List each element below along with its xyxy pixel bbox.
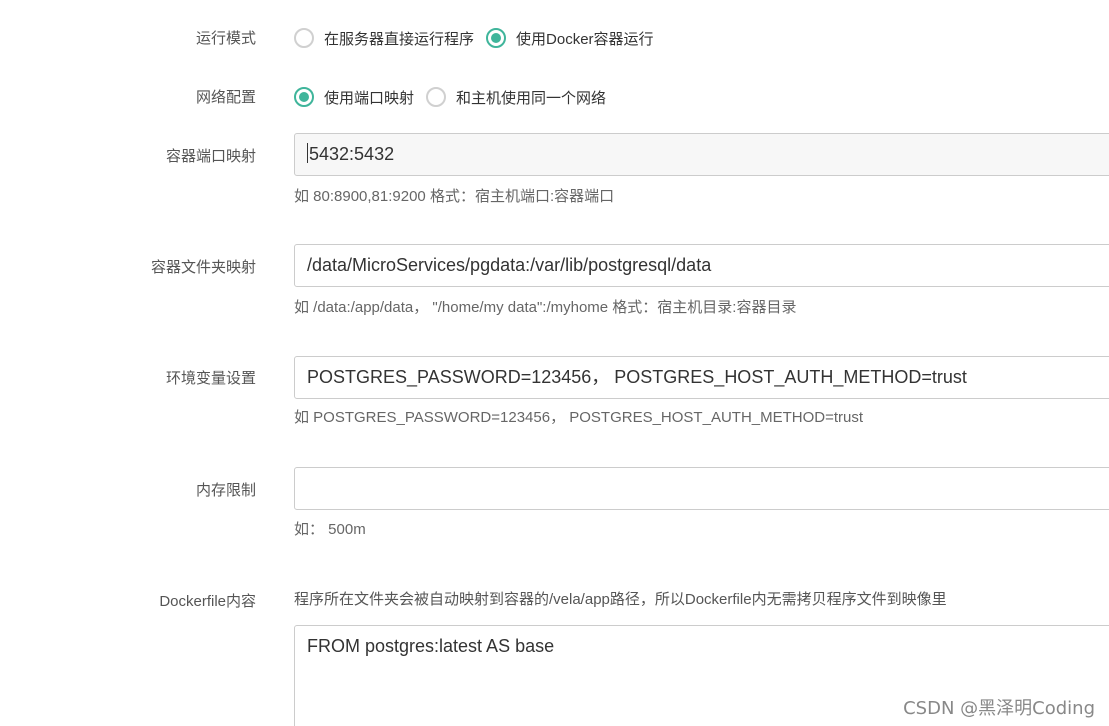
run-mode-option-direct[interactable]: 在服务器直接运行程序 (294, 28, 474, 49)
network-radio-group: 使用端口映射 和主机使用同一个网络 (294, 85, 616, 109)
memory-limit-hint: 如： 500m (294, 521, 366, 538)
run-mode-option-direct-label: 在服务器直接运行程序 (324, 30, 475, 48)
network-option-port-mapping-label: 使用端口映射 (324, 89, 415, 107)
port-mapping-label: 容器端口映射 (165, 148, 256, 165)
folder-mapping-input[interactable]: /data/MicroServices/pgdata:/var/lib/post… (294, 244, 1109, 287)
memory-limit-input[interactable] (294, 467, 1109, 510)
radio-checked-icon[interactable] (486, 28, 507, 48)
text-caret (307, 143, 308, 164)
env-vars-value: POSTGRES_PASSWORD=123456， POSTGRES_HOST_… (307, 367, 967, 387)
network-option-port-mapping[interactable]: 使用端口映射 (294, 87, 414, 108)
folder-mapping-value: /data/MicroServices/pgdata:/var/lib/post… (307, 255, 712, 275)
env-vars-label: 环境变量设置 (165, 370, 256, 387)
dockerfile-description: 程序所在文件夹会被自动映射到容器的/vela/app路径，所以Dockerfil… (294, 591, 947, 608)
env-vars-input[interactable]: POSTGRES_PASSWORD=123456， POSTGRES_HOST_… (294, 356, 1109, 399)
radio-unchecked-icon[interactable] (426, 87, 447, 107)
folder-mapping-label: 容器文件夹映射 (150, 259, 256, 276)
network-option-host[interactable]: 和主机使用同一个网络 (426, 87, 606, 108)
watermark: CSDN @黑泽明Coding (903, 698, 1095, 719)
memory-limit-label: 内存限制 (195, 482, 256, 499)
run-mode-option-docker[interactable]: 使用Docker容器运行 (486, 28, 654, 49)
env-vars-hint: 如 POSTGRES_PASSWORD=123456， POSTGRES_HOS… (294, 409, 864, 426)
port-mapping-input[interactable]: 5432:5432 (294, 133, 1109, 176)
network-option-host-label: 和主机使用同一个网络 (456, 89, 607, 107)
dockerfile-label: Dockerfile内容 (159, 593, 256, 610)
radio-checked-icon[interactable] (294, 87, 314, 107)
port-mapping-value: 5432:5432 (309, 144, 395, 164)
network-label: 网络配置 (195, 89, 256, 106)
run-mode-radio-group: 在服务器直接运行程序 使用Docker容器运行 (294, 26, 664, 50)
port-mapping-hint: 如 80:8900,81:9200 格式：宿主机端口:容器端口 (294, 188, 615, 205)
run-mode-label: 运行模式 (195, 30, 256, 47)
folder-mapping-hint: 如 /data:/app/data， "/home/my data":/myho… (294, 299, 797, 316)
radio-unchecked-icon[interactable] (294, 28, 314, 48)
run-mode-option-docker-label: 使用Docker容器运行 (516, 30, 654, 48)
